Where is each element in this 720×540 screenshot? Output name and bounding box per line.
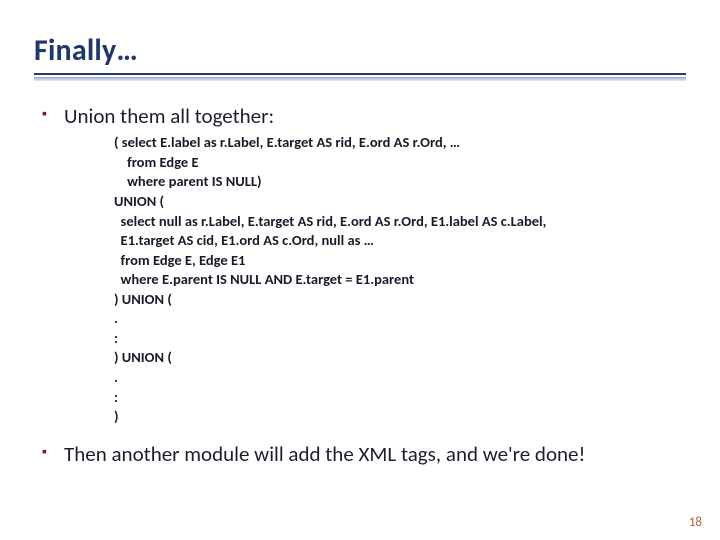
bullet-text: Union them all together: <box>64 103 274 129</box>
bullet-list: Union them all together: ( select E.labe… <box>34 103 686 467</box>
page-number: 18 <box>689 515 702 530</box>
bullet-text: Then another module will add the XML tag… <box>64 441 585 467</box>
title-underline <box>34 73 686 81</box>
slide-title: Finally… <box>34 32 686 69</box>
bullet-item: Union them all together: ( select E.labe… <box>42 103 686 427</box>
bullet-item: Then another module will add the XML tag… <box>42 441 686 467</box>
code-block: ( select E.label as r.Label, E.target AS… <box>114 133 686 426</box>
